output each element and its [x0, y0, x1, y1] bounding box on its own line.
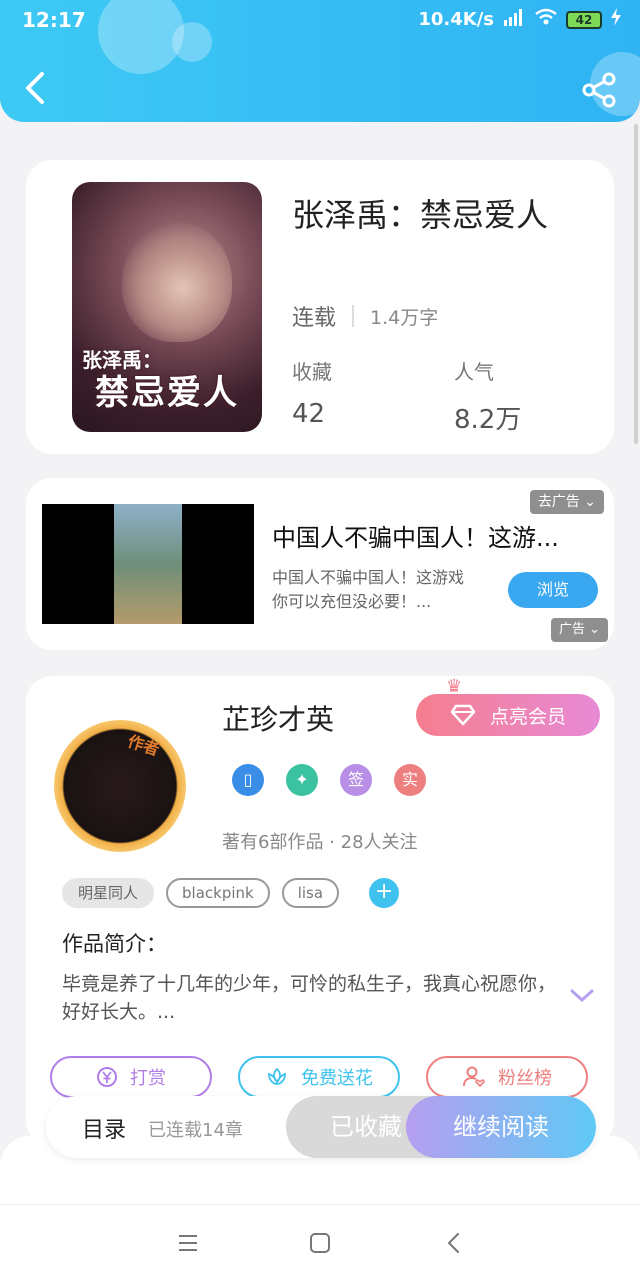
continue-reading-button[interactable]: 继续阅读 [406, 1096, 596, 1158]
network-speed: 10.4K/s [418, 9, 494, 30]
add-tag-button[interactable]: + [369, 878, 400, 908]
chapter-count[interactable]: 已连载14章 [148, 1116, 243, 1142]
read-bar: 目录 已连载14章 已收藏 继续阅读 [46, 1096, 596, 1158]
signed-badge[interactable]: 签 [340, 764, 372, 796]
author-meta: 著有6部作品 · 28人关注 [222, 832, 418, 853]
system-nav-bar [0, 1204, 640, 1280]
author-card: 作者 芷珍才英 ♛ 点亮会员 ▯ ✦ 签 实 著有6部作品 · 28人关注 明星… [26, 676, 614, 1146]
wifi-icon [534, 8, 558, 31]
vip-button[interactable]: 点亮会员 [416, 694, 600, 736]
menu-icon[interactable] [176, 1233, 200, 1253]
author-name[interactable]: 芷珍才英 [222, 698, 334, 738]
charging-icon [610, 8, 622, 31]
expand-button[interactable] [570, 988, 594, 1008]
cover-art [122, 222, 232, 342]
divider [352, 305, 355, 327]
favorites-value: 42 [292, 399, 326, 429]
book-title: 张泽禹：禁忌爱人 [292, 196, 549, 234]
decor-bubble [98, 0, 184, 74]
share-button[interactable] [580, 70, 620, 110]
fans-ranking-label: 粉丝榜 [498, 1068, 552, 1089]
scrollbar[interactable] [634, 124, 638, 444]
remove-ad-button[interactable]: 去广告 ⌄ [529, 490, 604, 514]
word-count: 1.4万字 [370, 306, 439, 329]
chevron-down-icon: ⌄ [584, 494, 596, 510]
home-icon[interactable] [308, 1231, 332, 1255]
battery-icon: 42 [566, 10, 602, 29]
handshake-badge-icon[interactable]: ✦ [286, 764, 318, 796]
share-icon [582, 72, 616, 108]
user-heart-icon [463, 1066, 485, 1088]
back-nav-icon[interactable] [442, 1231, 466, 1255]
diamond-icon [450, 704, 476, 726]
popularity-value: 8.2万 [454, 405, 522, 435]
book-info-card: 张泽禹： 禁忌爱人 张泽禹：禁忌爱人 连载 1.4万字 收藏 42 人气 8.2… [26, 160, 614, 454]
tag-list: 明星同人 blackpink lisa + [62, 878, 400, 908]
ad-video[interactable] [42, 504, 254, 624]
signal-icon [502, 8, 526, 31]
remove-ad-label: 去广告 [537, 494, 580, 510]
verified-badge[interactable]: 实 [394, 764, 426, 796]
flower-icon [268, 1067, 286, 1085]
yen-coin-icon [97, 1067, 117, 1087]
cover-title: 禁忌爱人 [95, 373, 239, 413]
tag-item[interactable]: lisa [281, 878, 340, 908]
ad-card[interactable]: 中国人不骗中国人！这游... 中国人不骗中国人！这游戏你可以充但没必要！... … [26, 478, 614, 650]
ad-label-tag[interactable]: 广告 ⌄ [550, 618, 608, 642]
author-badges: ▯ ✦ 签 实 [232, 764, 426, 796]
header: 12:17 10.4K/s 42 [0, 0, 640, 122]
vip-label: 点亮会员 [489, 705, 566, 728]
status-icons: 10.4K/s 42 [418, 8, 622, 31]
tip-label: 打赏 [130, 1068, 166, 1089]
book-status: 连载 [292, 306, 337, 331]
action-row: 打赏 免费送花 粉丝榜 [50, 1056, 588, 1098]
free-flower-button[interactable]: 免费送花 [238, 1056, 400, 1098]
favorites-stat: 收藏 42 [292, 356, 332, 429]
phone-badge-icon[interactable]: ▯ [232, 764, 264, 796]
status-time: 12:17 [22, 8, 86, 32]
ad-title: 中国人不骗中国人！这游... [272, 524, 559, 552]
ad-thumbnail [114, 504, 182, 624]
decor-bubble-small [172, 22, 212, 62]
author-avatar[interactable] [54, 720, 186, 852]
favorites-label: 收藏 [292, 360, 332, 384]
ad-description: 中国人不骗中国人！这游戏你可以充但没必要！... [272, 568, 465, 611]
intro-label: 作品简介： [62, 932, 167, 956]
tip-button[interactable]: 打赏 [50, 1056, 212, 1098]
free-flower-label: 免费送花 [301, 1068, 373, 1089]
fans-ranking-button[interactable]: 粉丝榜 [426, 1056, 588, 1098]
chevron-down-icon [570, 989, 594, 1003]
tag-item[interactable]: blackpink [166, 878, 270, 908]
chevron-down-icon: ⌄ [589, 622, 600, 637]
ad-browse-button[interactable]: 浏览 [508, 572, 598, 608]
chevron-left-icon [26, 72, 44, 104]
intro-text: 毕竟是养了十几年的少年，可怜的私生子，我真心祝愿你，好好长大。... [62, 973, 557, 1023]
ad-label: 广告 [558, 622, 585, 637]
book-cover[interactable]: 张泽禹： 禁忌爱人 [72, 182, 262, 432]
book-status-row: 连载 1.4万字 [292, 300, 438, 332]
toc-button[interactable]: 目录 [82, 1112, 126, 1144]
tag-item[interactable]: 明星同人 [62, 878, 155, 908]
popularity-label: 人气 [454, 360, 494, 384]
back-button[interactable] [20, 66, 52, 110]
popularity-stat: 人气 8.2万 [454, 356, 521, 436]
